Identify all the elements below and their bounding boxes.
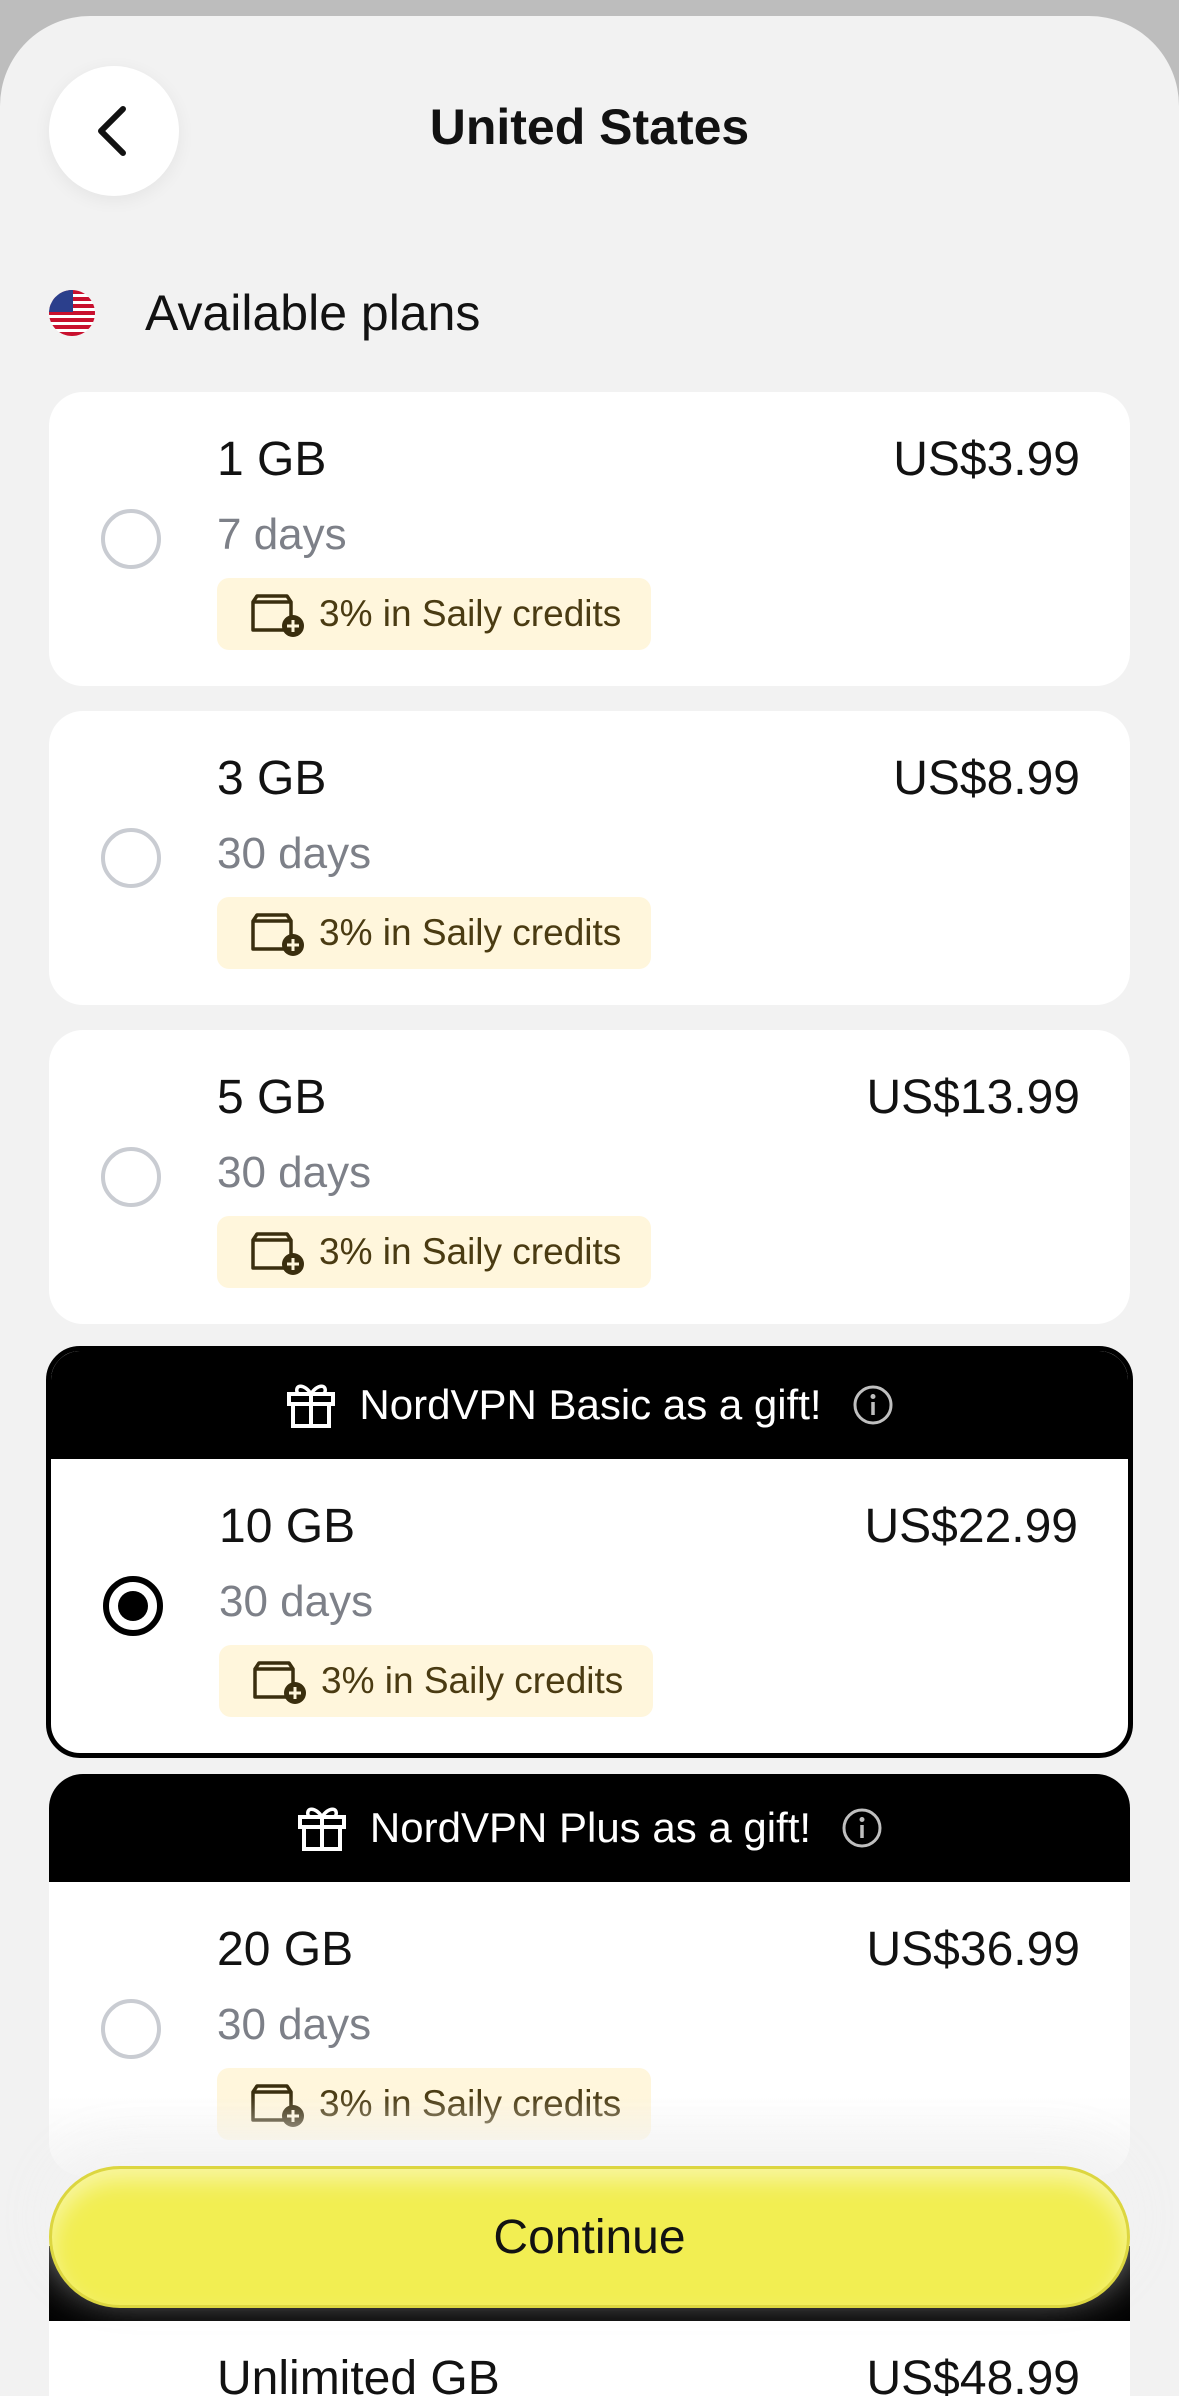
plan-price: US$13.99 [866, 1071, 1081, 1124]
wallet-plus-icon [247, 909, 309, 957]
gift-icon [296, 1803, 348, 1853]
plan-card-3gb[interactable]: 3 GB US$8.99 30 days 3% in Saily credits [49, 711, 1130, 1005]
credits-badge: 3% in Saily credits [219, 1645, 654, 1717]
gift-icon [285, 1380, 337, 1430]
info-icon[interactable] [841, 1807, 883, 1849]
section-header: Available plans [49, 278, 480, 348]
credits-label: 3% in Saily credits [319, 1231, 622, 1272]
section-title: Available plans [145, 285, 481, 341]
plan-card-unlimited[interactable]: Unlimited GB US$48.99 [49, 2321, 1130, 2396]
continue-button[interactable]: Continue [49, 2166, 1130, 2308]
wallet-plus-icon [247, 1228, 309, 1276]
plan-data: 5 GB [217, 1071, 327, 1124]
plan-data: Unlimited GB [217, 2352, 500, 2396]
gift-label: NordVPN Basic as a gift! [359, 1381, 822, 1428]
plan-duration: 30 days [219, 1577, 374, 1626]
plan-duration: 7 days [217, 510, 347, 559]
plan-radio[interactable] [101, 1147, 161, 1207]
plan-duration: 30 days [217, 2000, 372, 2049]
credits-label: 3% in Saily credits [321, 1660, 624, 1701]
plan-card-10gb[interactable]: NordVPN Basic as a gift! 10 GB US$22.99 … [46, 1346, 1133, 1758]
gift-label: NordVPN Plus as a gift! [369, 1804, 812, 1851]
gift-banner: NordVPN Basic as a gift! [51, 1351, 1128, 1459]
plan-duration: 30 days [217, 1148, 372, 1197]
page-title: United States [429, 99, 750, 155]
info-icon[interactable] [852, 1384, 894, 1426]
plan-data: 1 GB [217, 433, 327, 486]
plan-price: US$8.99 [893, 752, 1080, 805]
plan-radio[interactable] [101, 509, 161, 569]
plan-data: 20 GB [217, 1923, 354, 1976]
credits-badge: 3% in Saily credits [217, 578, 652, 650]
plan-data: 10 GB [219, 1500, 356, 1553]
plans-sheet: United States Available plans 1 GB US$3.… [0, 16, 1179, 2396]
wallet-plus-icon [247, 590, 309, 638]
plan-card-1gb[interactable]: 1 GB US$3.99 7 days 3% in Saily credits [49, 392, 1130, 686]
plan-radio-selected[interactable] [103, 1576, 163, 1636]
credits-badge: 3% in Saily credits [217, 897, 652, 969]
plan-radio[interactable] [101, 1999, 161, 2059]
plan-data: 3 GB [217, 752, 327, 805]
plan-radio[interactable] [101, 828, 161, 888]
plan-duration: 30 days [217, 829, 372, 878]
gift-banner: NordVPN Plus as a gift! [49, 1774, 1130, 1882]
us-flag-icon [49, 290, 95, 336]
credits-label: 3% in Saily credits [319, 593, 622, 634]
plan-card-5gb[interactable]: 5 GB US$13.99 30 days 3% in Saily credit… [49, 1030, 1130, 1324]
credits-badge: 3% in Saily credits [217, 1216, 652, 1288]
credits-label: 3% in Saily credits [319, 912, 622, 953]
plan-price: US$3.99 [893, 433, 1080, 486]
plan-price: US$22.99 [864, 1500, 1079, 1553]
wallet-plus-icon [249, 1657, 311, 1705]
plan-price: US$48.99 [866, 2352, 1081, 2396]
plan-price: US$36.99 [866, 1923, 1081, 1976]
